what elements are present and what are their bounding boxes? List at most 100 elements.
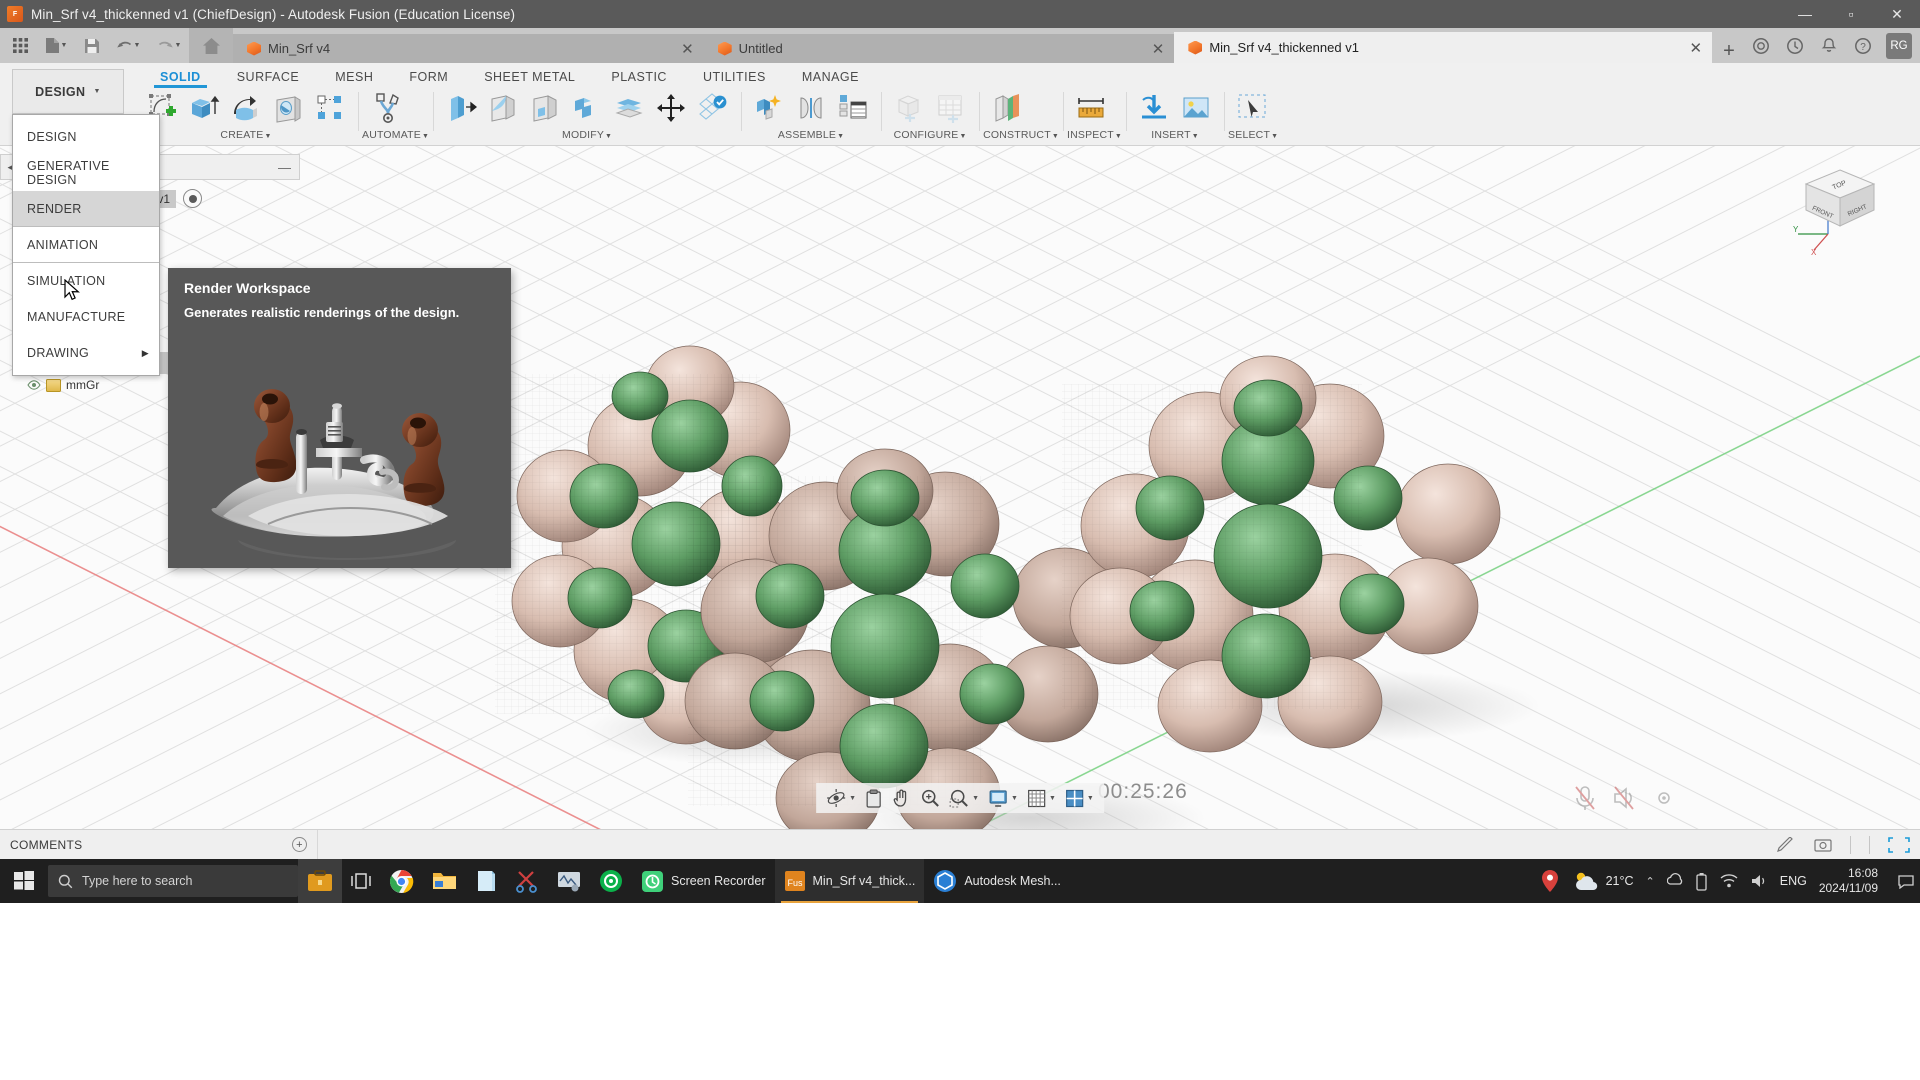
save-icon[interactable] — [77, 31, 107, 61]
volume-icon[interactable] — [1750, 873, 1768, 889]
ribbon-tab-manage[interactable]: MANAGE — [784, 70, 877, 88]
ribbon-tab-form[interactable]: FORM — [391, 70, 466, 88]
battery-icon[interactable] — [1695, 872, 1708, 891]
location-pin-icon[interactable] — [1539, 869, 1561, 893]
taskbar-clock[interactable]: 16:08 2024/11/09 — [1819, 866, 1886, 896]
taskbar-item-media[interactable] — [548, 859, 590, 903]
ribbon-tab-surface[interactable]: SURFACE — [219, 70, 318, 88]
help-icon[interactable]: ? — [1848, 31, 1878, 61]
insert-derive-icon[interactable] — [1134, 89, 1174, 127]
panel-label-create[interactable]: CREATE▼ — [138, 128, 354, 144]
close-icon[interactable]: ✕ — [1675, 39, 1702, 57]
move-copy-icon[interactable] — [651, 89, 691, 127]
orbit-icon[interactable]: ▼ — [822, 785, 860, 811]
action-center-icon[interactable] — [1898, 874, 1914, 889]
minimize-button[interactable]: — — [1782, 0, 1828, 28]
panel-label-inspect[interactable]: INSPECT▼ — [1067, 128, 1122, 144]
taskbar-item-snip-sketch[interactable] — [506, 859, 548, 903]
joint-icon[interactable] — [791, 89, 831, 127]
weather-widget[interactable]: 21°C — [1573, 870, 1634, 892]
fillet-icon[interactable] — [483, 89, 523, 127]
ribbon-tab-plastic[interactable]: PLASTIC — [593, 70, 685, 88]
undo-icon[interactable]: ▼ — [108, 31, 148, 61]
workspace-selector[interactable]: DESIGN ▼ — [12, 69, 124, 114]
look-at-icon[interactable] — [861, 785, 886, 811]
workspace-menu-item-simulation[interactable]: SIMULATION — [13, 263, 159, 299]
taskbar-item-file-explorer[interactable] — [423, 859, 466, 903]
eye-icon[interactable] — [26, 378, 41, 393]
new-tab-button[interactable]: + — [1712, 40, 1746, 63]
close-icon[interactable]: ✕ — [1138, 40, 1165, 58]
shell-icon[interactable] — [525, 89, 565, 127]
help-search-icon[interactable] — [1746, 31, 1776, 61]
viewports-icon[interactable]: ▼ — [1061, 785, 1098, 811]
panel-label-select[interactable]: SELECT▼ — [1228, 128, 1278, 144]
mesh-modify-icon[interactable] — [693, 89, 733, 127]
zoom-window-icon[interactable]: ▼ — [945, 785, 983, 811]
hole-icon[interactable] — [268, 89, 308, 127]
capture-icon[interactable] — [1814, 837, 1832, 853]
workspace-menu-item-render[interactable]: RENDER — [13, 191, 159, 227]
taskbar-pinned-app[interactable] — [298, 859, 342, 903]
bom-icon[interactable] — [833, 89, 873, 127]
maximize-button[interactable]: ▫ — [1828, 0, 1874, 28]
panel-label-configure[interactable]: CONFIGURE▼ — [885, 128, 975, 144]
zoom-icon[interactable] — [916, 785, 944, 811]
panel-label-insert[interactable]: INSERT▼ — [1130, 128, 1220, 144]
search-input[interactable]: Type here to search — [48, 865, 298, 897]
document-tab-active[interactable]: Min_Srf v4_thickenned v1 ✕ — [1174, 32, 1713, 63]
notifications-bell-icon[interactable] — [1814, 31, 1844, 61]
workspace-menu-item-manufacture[interactable]: MANUFACTURE — [13, 299, 159, 335]
comments-panel-toggle[interactable]: COMMENTS + — [0, 829, 318, 860]
wifi-icon[interactable] — [1720, 873, 1738, 889]
browser-minimize-icon[interactable]: — — [278, 160, 291, 175]
press-pull-icon[interactable] — [441, 89, 481, 127]
panel-label-assemble[interactable]: ASSEMBLE▼ — [745, 128, 877, 144]
home-button[interactable] — [189, 28, 233, 63]
ribbon-tab-solid[interactable]: SOLID — [142, 70, 219, 88]
pattern-icon[interactable] — [310, 89, 350, 127]
extensions-icon[interactable] — [1780, 31, 1810, 61]
panel-label-automate[interactable]: AUTOMATE▼ — [362, 128, 429, 144]
ribbon-tab-utilities[interactable]: UTILITIES — [685, 70, 784, 88]
taskbar-item-onedrive[interactable] — [466, 859, 506, 903]
tray-expand-icon[interactable]: ⌃ — [1646, 875, 1655, 888]
automate-icon[interactable] — [366, 89, 410, 127]
taskbar-item-chrome[interactable] — [380, 859, 423, 903]
redo-icon[interactable]: ▼ — [149, 31, 189, 61]
user-avatar[interactable]: RG — [1886, 32, 1912, 59]
configure-table-icon[interactable] — [931, 89, 971, 127]
new-component-icon[interactable] — [749, 89, 789, 127]
workspace-menu-item-design[interactable]: DESIGN — [13, 119, 159, 155]
workspace-menu-item-drawing[interactable]: DRAWING ▶ — [13, 335, 159, 371]
combine-icon[interactable] — [567, 89, 607, 127]
panel-label-modify[interactable]: MODIFY▼ — [437, 128, 737, 144]
start-button[interactable] — [0, 859, 48, 903]
taskbar-item-screen-recorder[interactable]: Screen Recorder — [632, 859, 775, 903]
offset-face-icon[interactable] — [609, 89, 649, 127]
ribbon-tab-sheet-metal[interactable]: SHEET METAL — [466, 70, 593, 88]
document-tab[interactable]: Untitled ✕ — [703, 34, 1175, 63]
pen-tool-icon[interactable] — [1776, 836, 1796, 853]
close-icon[interactable]: ✕ — [667, 40, 694, 58]
panel-label-construct[interactable]: CONSTRUCT▼ — [983, 128, 1059, 144]
workspace-menu-item-animation[interactable]: ANIMATION — [13, 227, 159, 263]
ribbon-tab-mesh[interactable]: MESH — [317, 70, 391, 88]
taskbar-item-meshmixer[interactable]: Autodesk Mesh... — [924, 859, 1070, 903]
workspace-menu-item-generative-design[interactable]: GENERATIVE DESIGN — [13, 155, 159, 191]
display-settings-icon[interactable]: ▼ — [984, 785, 1022, 811]
construct-plane-icon[interactable] — [987, 89, 1027, 127]
select-cursor-icon[interactable] — [1232, 89, 1272, 127]
fullscreen-icon[interactable] — [1888, 836, 1910, 853]
task-view-button[interactable] — [342, 859, 380, 903]
close-button[interactable]: ✕ — [1874, 0, 1920, 28]
view-cube[interactable]: Z Y X TOP FRONT RIGHT — [1792, 160, 1888, 257]
pan-icon[interactable] — [887, 785, 915, 811]
taskbar-item-fusion[interactable]: Fus Min_Srf v4_thick... — [774, 859, 925, 903]
language-indicator[interactable]: ENG — [1780, 874, 1807, 888]
measure-icon[interactable] — [1071, 89, 1111, 127]
onedrive-tray-icon[interactable] — [1666, 872, 1683, 890]
configure-component-icon[interactable] — [889, 89, 929, 127]
grid-icon[interactable] — [5, 31, 35, 61]
revolve-icon[interactable] — [226, 89, 266, 127]
